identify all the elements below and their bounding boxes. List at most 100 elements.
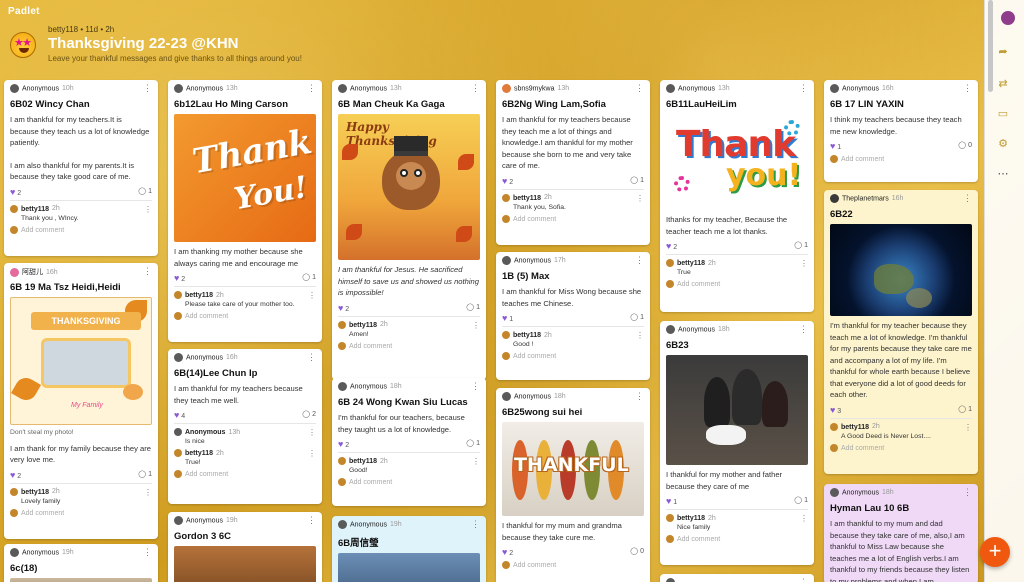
comment-count[interactable]: ◯ 1 [138,470,152,478]
comment-count[interactable]: ◯ 1 [466,439,480,447]
settings-gear-icon[interactable]: ⚙ [995,136,1011,152]
page-scrollbar[interactable] [988,0,993,92]
more-options-icon[interactable]: ⋮ [964,423,972,432]
add-comment-button[interactable]: Add comment [496,211,650,228]
comment-count[interactable]: ◯ 1 [794,496,808,504]
post-card[interactable]: Anonymous 18h ⋮ Hyman Lau 10 6B I am thank… [824,484,978,582]
post-card[interactable]: Anonymous 13h ⋮ 6B Man Cheuk Ka Gaga Happy… [332,80,486,380]
more-options-icon[interactable]: ⋮ [143,547,152,558]
post-image[interactable]: THANKFUL [502,422,644,516]
post-image[interactable] [338,553,480,582]
post-card[interactable]: sbns9mykwa 13h ⋮ 6B2Ng Wing Lam,Sofia I am… [496,80,650,245]
post-card[interactable]: Anonymous 13h ⋮ 6b12Lau Ho Ming Carson Tha… [168,80,322,342]
post-card[interactable]: Anonymous 18h ⋮ 6B23 I thankful for my mot… [660,321,814,565]
post-image[interactable] [666,355,808,465]
more-options-icon[interactable]: ⋮ [308,428,316,437]
post-card[interactable]: Anonymous 18h ⋮ 6B 24 Wong Kwan Siu Lucas … [332,378,486,506]
add-comment-button[interactable]: Add comment [332,474,486,491]
more-options-icon[interactable]: ⋮ [800,514,808,523]
more-options-icon[interactable]: ⋮ [307,352,316,363]
more-options-icon[interactable]: ⋮ [799,83,808,94]
comment-count[interactable]: ◯ 1 [138,187,152,195]
post-card[interactable]: ⋮ [660,574,814,582]
more-options-icon[interactable]: ⋮ [799,324,808,335]
add-comment-button[interactable]: Add comment [496,557,650,574]
heart-icon[interactable]: ♥ [174,410,179,420]
heart-icon[interactable]: ♥ [338,439,343,449]
comment-count[interactable]: ◯ 1 [630,176,644,184]
comment-count[interactable]: ◯ 1 [794,241,808,249]
heart-icon[interactable]: ♥ [666,241,671,251]
more-options-icon[interactable]: ⋮ [143,83,152,94]
post-image[interactable]: Happy Thanksgiving [338,114,480,260]
heart-icon[interactable]: ♥ [830,141,835,151]
heart-icon[interactable]: ♥ [174,273,179,283]
more-options-icon[interactable]: ⋮ [143,266,152,277]
post-card[interactable]: Anonymous 17h ⋮ 1B (5) Max I am thankful f… [496,252,650,380]
add-comment-button[interactable]: Add comment [824,440,978,457]
more-options-icon[interactable]: ⋮ [308,449,316,458]
add-comment-button[interactable]: Add comment [168,466,322,483]
add-comment-button[interactable]: Add comment [4,222,158,239]
post-card[interactable]: Anonymous 19h ⋮ 6B周信瑩 [332,516,486,582]
more-options-icon[interactable]: ⋮ [635,83,644,94]
comment-count[interactable]: ◯ 0 [630,547,644,555]
more-options-icon[interactable]: ⋮ [800,259,808,268]
more-options-icon[interactable]: ⋮ [963,487,972,498]
slideshow-icon[interactable]: ▭ [995,106,1011,122]
more-options-icon[interactable]: ⋮ [144,205,152,214]
post-card[interactable]: Anonymous 16h ⋮ 6B 17 LIN YAXIN I think my… [824,80,978,182]
add-comment-button[interactable]: Add comment [332,338,486,355]
more-menu-icon[interactable]: ⋯ [995,166,1011,182]
add-comment-button[interactable]: Add comment [660,531,814,548]
heart-icon[interactable]: ♥ [502,176,507,186]
heart-icon[interactable]: ♥ [10,470,15,480]
more-options-icon[interactable]: ⋮ [963,83,972,94]
post-image[interactable] [10,578,152,582]
more-options-icon[interactable]: ⋮ [471,381,480,392]
post-card[interactable]: Anonymous 16h ⋮ 6B(14)Lee Chun Ip I am tha… [168,349,322,504]
more-options-icon[interactable]: ⋮ [472,457,480,466]
user-avatar[interactable] [1001,11,1015,25]
heart-icon[interactable]: ♥ [666,496,671,506]
add-comment-button[interactable]: Add comment [168,308,322,325]
more-options-icon[interactable]: ⋮ [636,331,644,340]
heart-icon[interactable]: ♥ [10,187,15,197]
comment-count[interactable]: ◯ 1 [630,313,644,321]
remake-icon[interactable]: ⇄ [995,76,1011,92]
more-options-icon[interactable]: ⋮ [635,255,644,266]
post-image[interactable]: Thank you! [666,114,808,210]
more-options-icon[interactable]: ⋮ [308,291,316,300]
post-image[interactable] [174,546,316,582]
more-options-icon[interactable]: ⋮ [307,83,316,94]
padlet-logo[interactable]: Padlet [8,6,40,17]
add-post-button[interactable]: + [980,537,1010,567]
more-options-icon[interactable]: ⋮ [144,488,152,497]
add-comment-button[interactable]: Add comment [660,276,814,293]
post-card[interactable]: Anonymous 10h ⋮ 6B02 Wincy Chan I am thank… [4,80,158,256]
comment-count[interactable]: ◯ 0 [958,141,972,149]
heart-icon[interactable]: ♥ [502,547,507,557]
heart-icon[interactable]: ♥ [502,313,507,323]
share-icon[interactable]: ➦ [995,44,1011,60]
more-options-icon[interactable]: ⋮ [471,519,480,530]
post-image[interactable] [830,224,972,316]
post-card[interactable]: 阿甜儿 16h ⋮ 6B 19 Ma Tsz Heidi,Heidi THANKSG… [4,263,158,539]
more-options-icon[interactable]: ⋮ [963,193,972,204]
comment-count[interactable]: ◯ 1 [958,405,972,413]
comment-count[interactable]: ◯ 2 [302,410,316,418]
more-options-icon[interactable]: ⋮ [799,577,808,582]
post-card[interactable]: Theplanetmars 16h ⋮ 6B22 I'm thankful for … [824,190,978,474]
add-comment-button[interactable]: Add comment [4,505,158,522]
add-comment-button[interactable]: Add comment [824,151,978,168]
heart-icon[interactable]: ♥ [338,303,343,313]
post-card[interactable]: Anonymous 18h ⋮ 6B25wong sui hei THANKFUL … [496,388,650,582]
more-options-icon[interactable]: ⋮ [472,321,480,330]
post-card[interactable]: Anonymous 19h ⋮ Gordon 3 6C [168,512,322,582]
more-options-icon[interactable]: ⋮ [471,83,480,94]
post-image[interactable]: THANKSGIVING My Family [10,297,152,425]
heart-icon[interactable]: ♥ [830,405,835,415]
post-card[interactable]: Anonymous 19h ⋮ 6c(18) [4,544,158,582]
comment-count[interactable]: ◯ 1 [302,273,316,281]
more-options-icon[interactable]: ⋮ [636,194,644,203]
